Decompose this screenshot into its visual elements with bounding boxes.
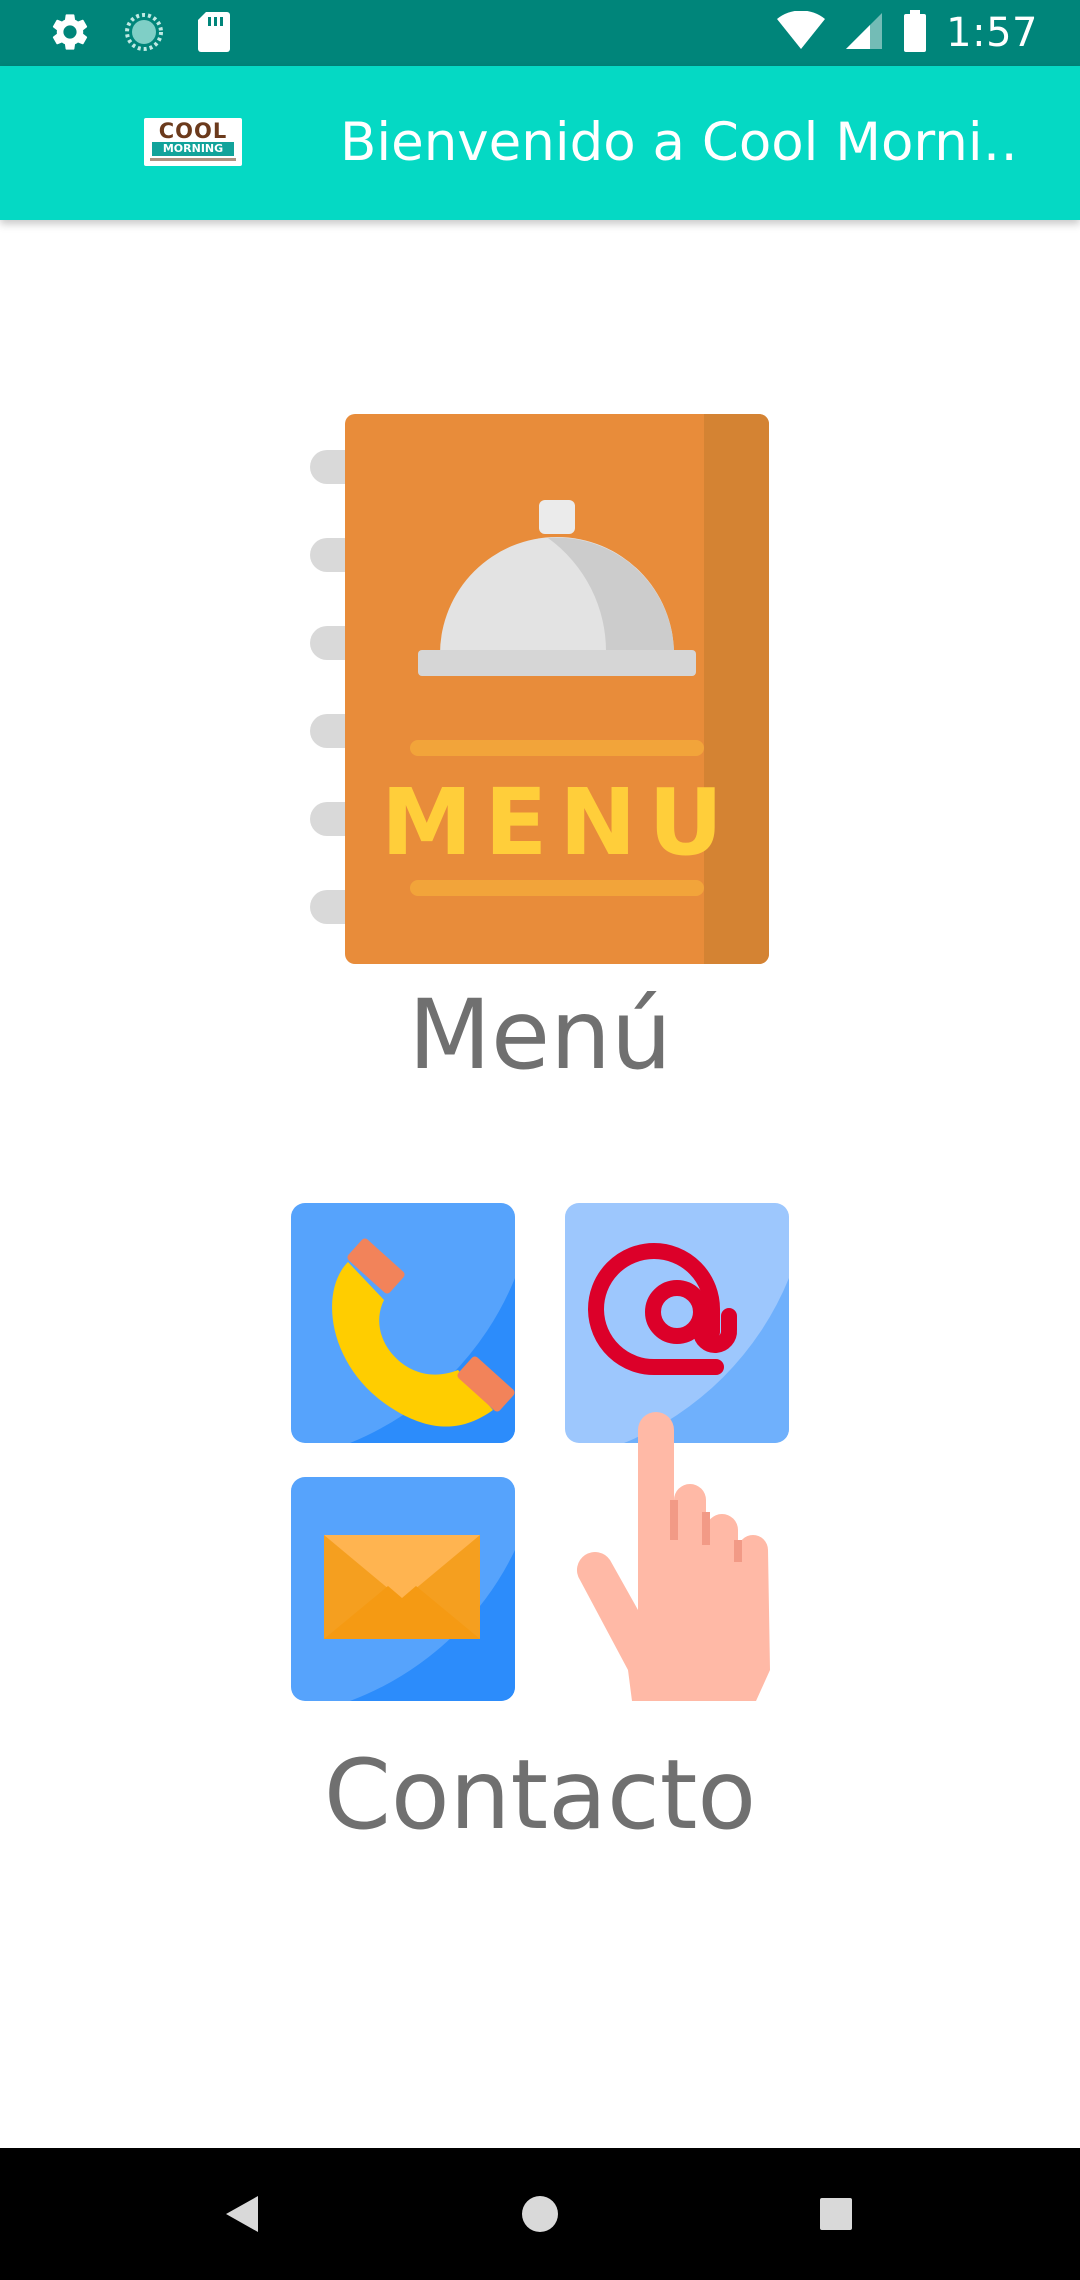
status-bar-left xyxy=(48,10,232,59)
logo-text-cool: COOL xyxy=(158,119,228,143)
wifi-icon xyxy=(776,9,826,56)
navigation-bar xyxy=(0,2148,1080,2280)
screen: 1:57 COOL MORNING Bienvenido a Cool Morn… xyxy=(0,0,1080,2280)
home-icon[interactable] xyxy=(474,2148,606,2280)
menu-book-text: MENU xyxy=(381,769,735,876)
app-logo: COOL MORNING xyxy=(144,118,242,166)
recents-icon[interactable] xyxy=(770,2148,902,2280)
settings-icon xyxy=(48,10,92,59)
sd-card-icon xyxy=(196,10,232,59)
back-icon[interactable] xyxy=(176,2148,308,2280)
status-bar-right: 1:57 xyxy=(776,0,1038,66)
cell-signal-icon xyxy=(844,11,884,56)
contact-label[interactable]: Contacto xyxy=(0,1740,1080,1850)
logo-tagline xyxy=(150,158,236,161)
battery-icon xyxy=(902,9,928,58)
status-time: 1:57 xyxy=(946,10,1038,56)
menu-book-icon[interactable]: MENU xyxy=(306,410,774,970)
menu-label[interactable]: Menú xyxy=(0,980,1080,1090)
app-bar: COOL MORNING Bienvenido a Cool Morni… xyxy=(0,66,1080,220)
app-title: Bienvenido a Cool Morni… xyxy=(340,112,1020,173)
loading-circle-icon xyxy=(122,10,166,59)
status-bar: 1:57 xyxy=(0,0,1080,66)
logo-text-morning: MORNING xyxy=(152,142,234,156)
contact-icons[interactable] xyxy=(288,1200,792,1704)
